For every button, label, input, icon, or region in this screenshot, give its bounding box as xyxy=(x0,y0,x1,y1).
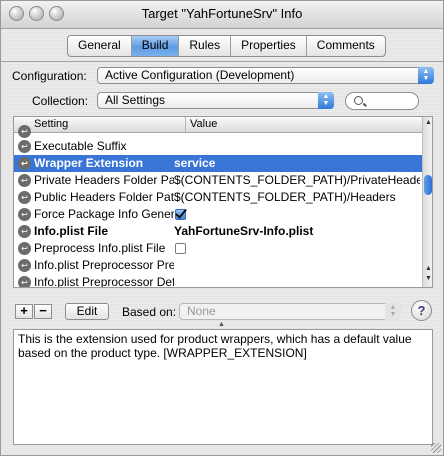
setting-info-icon[interactable]: ↩ xyxy=(18,276,31,287)
tab-divider xyxy=(1,61,443,62)
setting-info-icon[interactable]: ↩ xyxy=(18,191,31,204)
table-row[interactable]: ↩Force Package Info Generation xyxy=(14,206,422,223)
tab-comments[interactable]: Comments xyxy=(307,36,385,56)
column-header-setting[interactable]: Setting xyxy=(30,117,186,132)
add-setting-button[interactable]: + xyxy=(15,304,33,319)
table-row[interactable]: ↩ xyxy=(14,125,422,138)
setting-value: $(CONTENTS_FOLDER_PATH)/Headers xyxy=(174,190,396,204)
setting-value: service xyxy=(174,156,216,170)
based-on-popup[interactable]: None ▲ ▼ xyxy=(179,303,401,320)
setting-value: $(CONTENTS_FOLDER_PATH)/PrivateHeaders xyxy=(174,173,420,187)
tab-bar: General Build Rules Properties Comments xyxy=(67,35,386,57)
setting-name: Force Package Info Generation xyxy=(34,207,174,221)
setting-checkbox[interactable] xyxy=(175,209,186,220)
tab-properties[interactable]: Properties xyxy=(231,36,307,56)
build-settings-table[interactable]: Setting Value ↩ ↩ Executable Suffix ↩ Wrappe… xyxy=(13,116,433,288)
scroll-thumb[interactable] xyxy=(424,175,432,195)
tab-rules[interactable]: Rules xyxy=(179,36,232,56)
scroll-down-icon[interactable]: ▼ xyxy=(425,275,432,282)
setting-info-icon[interactable]: ↩ xyxy=(18,157,31,170)
configuration-value: Active Configuration (Development) xyxy=(105,68,295,82)
setting-info-icon[interactable]: ↩ xyxy=(18,242,31,255)
setting-info-icon[interactable]: ↩ xyxy=(18,225,31,238)
setting-description: This is the extension used for product w… xyxy=(13,329,433,445)
setting-info-icon[interactable]: ↩ xyxy=(18,259,31,272)
setting-name: Private Headers Folder Path xyxy=(34,173,174,187)
tab-general[interactable]: General xyxy=(68,36,132,56)
table-scrollbar[interactable]: ▲ ▲ ▼ xyxy=(422,117,432,287)
remove-setting-button[interactable]: − xyxy=(34,304,52,319)
search-icon xyxy=(354,96,363,105)
setting-name: Preprocess Info.plist File xyxy=(34,241,166,255)
based-on-value: None xyxy=(187,304,216,318)
configuration-popup[interactable]: Active Configuration (Development) ▲ ▼ xyxy=(97,67,434,84)
setting-name: Public Headers Folder Path xyxy=(34,190,174,204)
edit-button[interactable]: Edit xyxy=(65,303,109,320)
setting-value: YahFortuneSrv-Info.plist xyxy=(174,224,314,238)
scroll-up-icon[interactable]: ▲ xyxy=(425,265,432,272)
setting-name: Wrapper Extension xyxy=(34,156,144,170)
table-row[interactable]: ↩ Executable Suffix xyxy=(14,138,422,155)
table-row[interactable]: ↩ Info.plist File YahFortuneSrv-Info.plist xyxy=(14,223,422,240)
popup-arrows-icon: ▲ ▼ xyxy=(385,303,401,320)
setting-checkbox[interactable] xyxy=(175,243,186,254)
table-row[interactable]: ↩Info.plist Preprocessor Definitions xyxy=(14,274,422,288)
setting-name: Executable Suffix xyxy=(34,139,127,153)
column-header-value[interactable]: Value xyxy=(186,117,422,132)
info-window: Target "YahFortuneSrv" Info General Build… xyxy=(0,0,444,456)
setting-info-icon[interactable]: ↩ xyxy=(18,208,31,221)
search-field[interactable] xyxy=(345,92,419,110)
table-row[interactable]: ↩ Wrapper Extension service xyxy=(14,155,422,172)
collection-label: Collection: xyxy=(32,94,89,108)
table-row[interactable]: ↩ Public Headers Folder Path $(CONTENTS_FO… xyxy=(14,189,422,206)
split-grip-icon[interactable]: ▲ xyxy=(218,321,225,328)
table-row[interactable]: ↩ Preprocess Info.plist File xyxy=(14,240,422,257)
setting-name: Info.plist Preprocessor Definitions xyxy=(34,275,174,288)
window-title: Target "YahFortuneSrv" Info xyxy=(141,6,303,21)
title-bar[interactable]: Target "YahFortuneSrv" Info xyxy=(1,1,443,29)
help-button[interactable]: ? xyxy=(411,300,432,321)
setting-info-icon[interactable]: ↩ xyxy=(18,174,31,187)
collection-popup[interactable]: All Settings ▲ ▼ xyxy=(97,92,334,109)
table-rows: ↩ ↩ Executable Suffix ↩ Wrapper Extension ser… xyxy=(14,125,422,288)
based-on-label: Based on: xyxy=(122,305,177,319)
popup-arrows-icon: ▲ ▼ xyxy=(318,92,334,109)
table-row[interactable]: ↩Info.plist Preprocessor Prefix File xyxy=(14,257,422,274)
resize-grip-icon[interactable] xyxy=(431,443,441,453)
setting-info-icon[interactable]: ↩ xyxy=(18,125,31,138)
collection-value: All Settings xyxy=(105,93,166,107)
configuration-label: Configuration: xyxy=(12,69,87,83)
scroll-up-icon[interactable]: ▲ xyxy=(425,119,432,126)
setting-name: Info.plist Preprocessor Prefix File xyxy=(34,258,174,272)
setting-info-icon[interactable]: ↩ xyxy=(18,140,31,153)
setting-name: Info.plist File xyxy=(34,224,108,238)
popup-arrows-icon: ▲ ▼ xyxy=(418,67,434,84)
table-row[interactable]: ↩ Private Headers Folder Path $(CONTENTS_F… xyxy=(14,172,422,189)
tab-build[interactable]: Build xyxy=(131,36,180,56)
